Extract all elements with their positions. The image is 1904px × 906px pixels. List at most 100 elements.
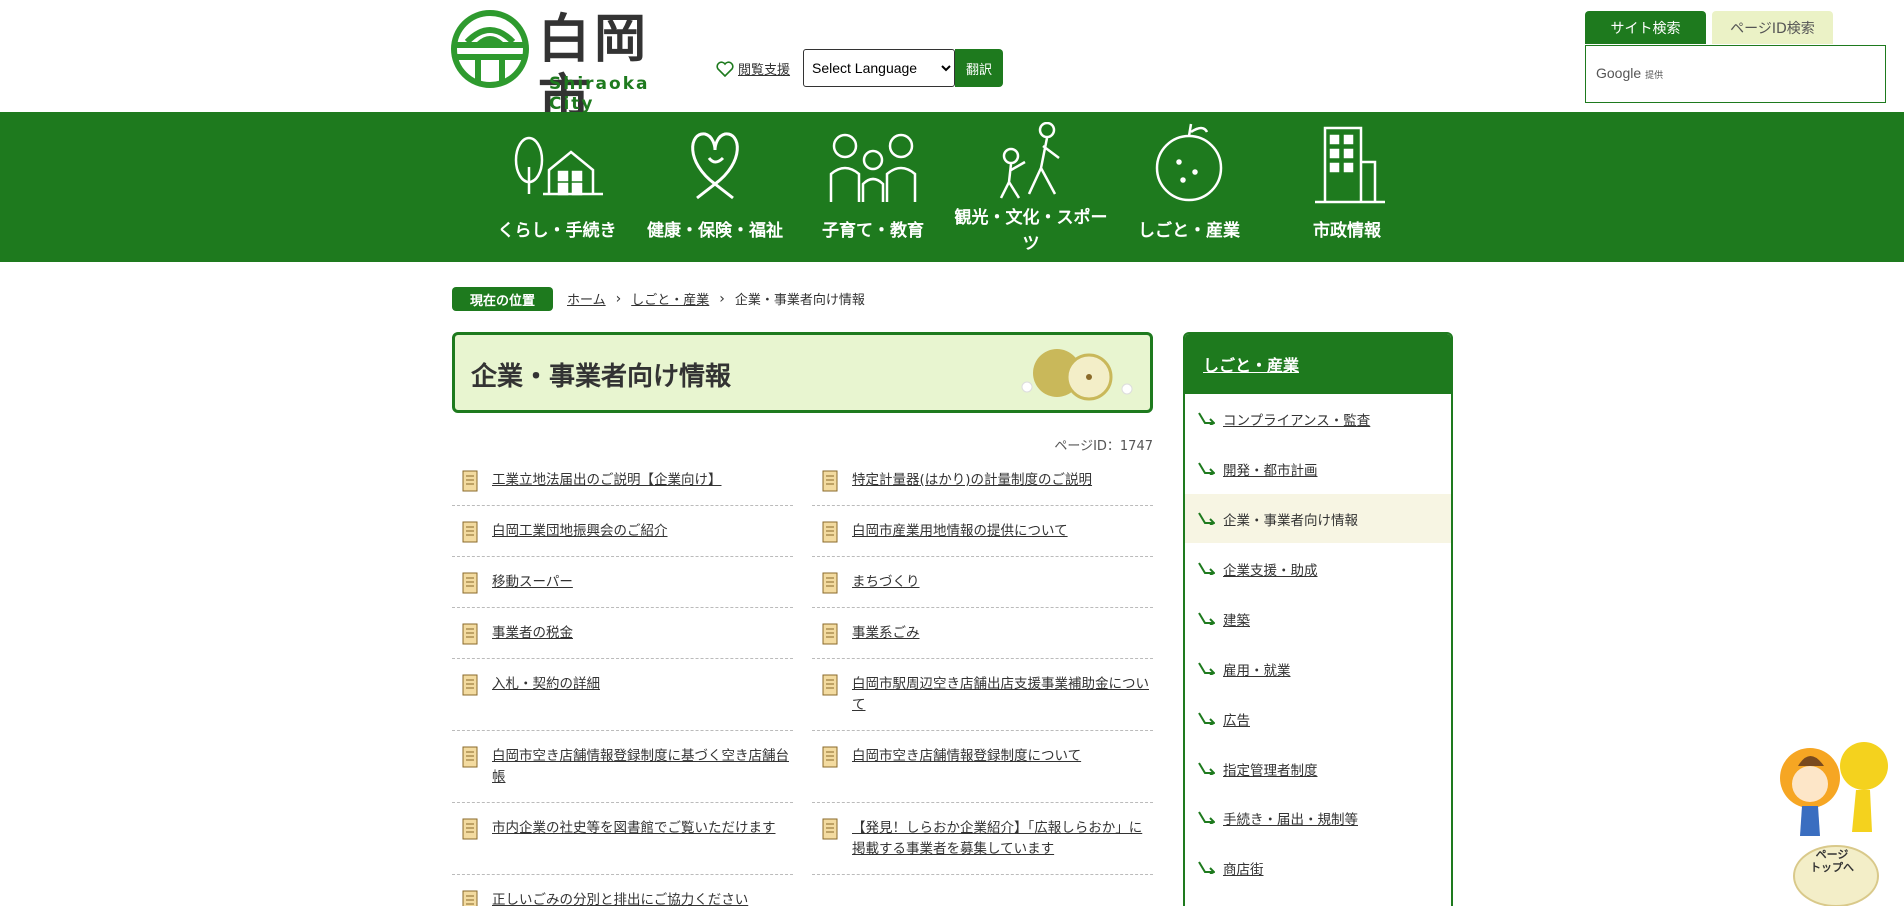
list-item: 白岡工業団地振興会のご紹介 bbox=[452, 511, 793, 557]
list-link[interactable]: 白岡市駅周辺空き店舗出店支援事業補助金について bbox=[852, 674, 1152, 716]
breadcrumb-home-link[interactable]: ホーム bbox=[567, 289, 606, 308]
document-icon bbox=[462, 623, 478, 645]
list-link[interactable]: 【発見！しらおか企業紹介】「広報しらおか」に掲載する事業者を募集しています bbox=[852, 818, 1152, 860]
reading-assist-link[interactable]: 閲覧支援 bbox=[716, 59, 790, 78]
reading-assist-label: 閲覧支援 bbox=[738, 63, 791, 78]
tab-site-search[interactable]: サイト検索 bbox=[1585, 11, 1706, 44]
list-item: 白岡市産業用地情報の提供について bbox=[812, 511, 1153, 557]
nav-label: 健康・保険・福祉 bbox=[647, 221, 783, 241]
sidebar-item-label[interactable]: 雇用・就業 bbox=[1223, 659, 1291, 679]
heart-icon bbox=[691, 132, 739, 200]
arrow-right-icon bbox=[1198, 811, 1215, 824]
translate-button[interactable]: 翻訳 bbox=[955, 49, 1003, 87]
nav-item-work[interactable]: しごと・産業 bbox=[1110, 112, 1268, 262]
sidebar-item[interactable]: 企業支援・助成 bbox=[1185, 544, 1451, 593]
arrow-right-icon bbox=[1198, 462, 1215, 475]
building-icon bbox=[1315, 126, 1385, 204]
list-link[interactable]: まちづくり bbox=[852, 572, 1152, 593]
pear-icon bbox=[1155, 123, 1223, 202]
sidebar-item[interactable]: 雇用・就業 bbox=[1185, 644, 1451, 693]
document-icon bbox=[462, 572, 478, 594]
nav-item-tourism[interactable]: 観光・文化・スポーツ bbox=[952, 112, 1110, 262]
list-link[interactable]: 事業系ごみ bbox=[852, 623, 1152, 644]
nav-item-health[interactable]: 健康・保険・福祉 bbox=[636, 112, 794, 262]
list-item: 入札・契約の詳細 bbox=[452, 664, 793, 731]
list-item: まちづくり bbox=[812, 562, 1153, 608]
sidebar: しごと・産業 コンプライアンス・監査 開発・都市計画 企業・事業者向け情報 企業… bbox=[1183, 332, 1453, 906]
list-link[interactable]: 白岡市産業用地情報の提供について bbox=[852, 521, 1152, 542]
house-tree-icon bbox=[514, 136, 603, 196]
sidebar-item-current[interactable]: 企業・事業者向け情報 bbox=[1185, 494, 1451, 543]
document-icon bbox=[822, 674, 838, 696]
list-link[interactable]: 白岡工業団地振興会のご紹介 bbox=[492, 521, 792, 542]
list-link[interactable]: 正しいごみの分別と排出にご協力ください bbox=[492, 890, 792, 906]
tab-page-id-search[interactable]: ページID検索 bbox=[1712, 11, 1833, 44]
nav-item-childcare[interactable]: 子育て・教育 bbox=[794, 112, 952, 262]
nav-label: しごと・産業 bbox=[1138, 221, 1240, 241]
sidebar-item-label[interactable]: コンプライアンス・監査 bbox=[1223, 409, 1370, 429]
sidebar-item[interactable]: コンプライアンス・監査 bbox=[1185, 394, 1451, 443]
page-title-box: 企業・事業者向け情報 bbox=[452, 332, 1153, 413]
city-emblem-icon bbox=[451, 10, 529, 88]
list-item: 白岡市駅周辺空き店舗出店支援事業補助金について bbox=[812, 664, 1153, 731]
chevron-right-icon: › bbox=[719, 290, 725, 307]
arrow-right-icon bbox=[1198, 762, 1215, 775]
sidebar-item-label[interactable]: 企業支援・助成 bbox=[1223, 559, 1318, 579]
arrow-right-icon bbox=[1198, 662, 1215, 675]
sidebar-item-label[interactable]: 開発・都市計画 bbox=[1223, 459, 1318, 479]
list-link[interactable]: 工業立地法届出のご説明【企業向け】 bbox=[492, 470, 792, 491]
google-label: Google bbox=[1596, 65, 1642, 81]
sidebar-item-label[interactable]: 企業・事業者向け情報 bbox=[1223, 509, 1358, 529]
sidebar-item-label[interactable]: 手続き・届出・規制等 bbox=[1223, 808, 1358, 828]
list-link[interactable]: 入札・契約の詳細 bbox=[492, 674, 792, 695]
chevron-right-icon: › bbox=[615, 290, 622, 307]
list-link[interactable]: 白岡市空き店舗情報登録制度に基づく空き店舗台帳 bbox=[492, 746, 792, 788]
logo-subtitle: Shiraoka City bbox=[549, 74, 650, 114]
list-item: 事業系ごみ bbox=[812, 613, 1153, 659]
arrow-right-icon bbox=[1198, 712, 1215, 725]
pear-fruit-icon bbox=[1021, 349, 1133, 401]
search-panel: サイト検索 ページID検索 Google 提供 bbox=[1565, 0, 1904, 128]
nav-label: 市政情報 bbox=[1313, 221, 1381, 241]
sidebar-item[interactable]: 商店街 bbox=[1185, 843, 1451, 892]
list-link[interactable]: 事業者の税金 bbox=[492, 623, 792, 644]
document-icon bbox=[822, 572, 838, 594]
document-icon bbox=[462, 674, 478, 696]
page-top-mascot-icon[interactable] bbox=[1772, 736, 1892, 906]
sidebar-item[interactable]: 手続き・届出・規制等 bbox=[1185, 793, 1451, 842]
nav-item-living[interactable]: くらし・手続き bbox=[478, 112, 636, 262]
site-logo[interactable]: 白岡市 Shiraoka City bbox=[451, 10, 696, 130]
sidebar-header: しごと・産業 bbox=[1185, 334, 1451, 394]
breadcrumb-current: 企業・事業者向け情報 bbox=[734, 293, 865, 308]
list-link[interactable]: 特定計量器(はかり)の計量制度のご説明 bbox=[852, 470, 1152, 491]
heart-outline-icon bbox=[716, 60, 734, 77]
page-title: 企業・事業者向け情報 bbox=[471, 362, 732, 392]
document-icon bbox=[462, 521, 478, 543]
global-nav: くらし・手続き 健康・保険・福祉 子育て・教育 観光・文化・スポーツ しごと・産… bbox=[0, 112, 1904, 262]
google-suffix: 提供 bbox=[1645, 70, 1664, 80]
sidebar-item-label[interactable]: 広告 bbox=[1223, 709, 1250, 729]
sidebar-item[interactable]: 指定管理者制度 bbox=[1185, 744, 1451, 793]
sidebar-item-label[interactable]: 商店街 bbox=[1223, 858, 1264, 878]
list-item: 市内企業の社史等を図書館でご覧いただけます bbox=[452, 808, 793, 875]
list-item: 【発見！しらおか企業紹介】「広報しらおか」に掲載する事業者を募集しています bbox=[812, 808, 1153, 875]
sidebar-heading-link[interactable]: しごと・産業 bbox=[1203, 352, 1299, 376]
breadcrumb-category-link[interactable]: しごと・産業 bbox=[631, 289, 709, 308]
arrow-right-icon bbox=[1198, 562, 1215, 575]
walking-people-icon bbox=[999, 122, 1060, 199]
nav-item-municipal[interactable]: 市政情報 bbox=[1268, 112, 1426, 262]
sidebar-item-label[interactable]: 建築 bbox=[1223, 609, 1250, 629]
sidebar-item[interactable]: 開発・都市計画 bbox=[1185, 444, 1451, 493]
sidebar-item-label[interactable]: 指定管理者制度 bbox=[1223, 759, 1318, 779]
document-icon bbox=[822, 746, 838, 768]
document-icon bbox=[462, 818, 478, 840]
page-top-label[interactable]: ページ トップへ bbox=[1800, 848, 1864, 874]
list-link[interactable]: 移動スーパー bbox=[492, 572, 792, 593]
sidebar-item[interactable]: 建築 bbox=[1185, 594, 1451, 643]
list-link[interactable]: 白岡市空き店舗情報登録制度について bbox=[852, 746, 1152, 767]
list-link[interactable]: 市内企業の社史等を図書館でご覧いただけます bbox=[492, 818, 792, 839]
search-input-frame[interactable]: Google 提供 bbox=[1585, 45, 1886, 103]
sidebar-item[interactable]: 広告 bbox=[1185, 694, 1451, 743]
language-select[interactable]: Select Language bbox=[803, 49, 955, 87]
list-item: 正しいごみの分別と排出にご協力ください bbox=[452, 880, 793, 906]
